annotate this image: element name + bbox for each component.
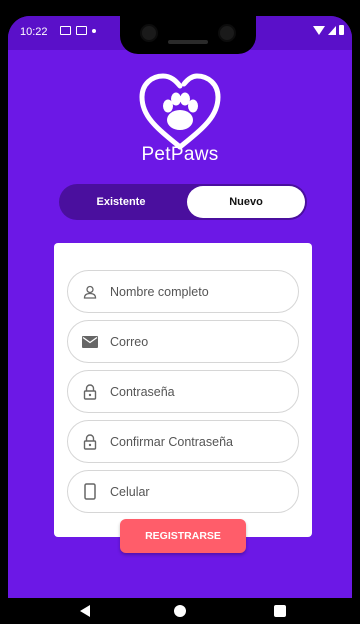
email-input[interactable] xyxy=(110,334,290,349)
register-button[interactable]: REGISTRARSE xyxy=(120,519,246,553)
status-notification-icons xyxy=(60,26,96,35)
camera-icon xyxy=(140,24,158,42)
mail-icon xyxy=(82,334,98,350)
device-frame: 10:22 PetPaws Existente Nuevo Nombre com… xyxy=(0,0,360,624)
email-field[interactable] xyxy=(67,320,299,363)
person-icon xyxy=(82,284,98,300)
password-field[interactable] xyxy=(67,370,299,413)
calendar-icon xyxy=(76,26,87,35)
confirm-password-input[interactable] xyxy=(110,434,290,449)
tab-nuevo[interactable]: Nuevo xyxy=(187,186,305,218)
camera-icon xyxy=(218,24,236,42)
status-system-icons xyxy=(313,25,344,35)
battery-icon xyxy=(339,25,344,35)
dot-icon xyxy=(92,28,96,33)
signal-icon xyxy=(328,25,336,35)
system-nav-bar xyxy=(0,598,360,624)
phone-icon xyxy=(82,483,98,500)
full-name-field[interactable] xyxy=(67,270,299,313)
speaker-grille xyxy=(168,40,208,44)
wifi-icon xyxy=(313,25,325,35)
app-screen: 10:22 PetPaws Existente Nuevo Nombre com… xyxy=(8,16,352,598)
home-icon[interactable] xyxy=(174,605,186,617)
back-icon[interactable] xyxy=(80,605,90,617)
lock-icon xyxy=(82,383,98,400)
register-form-card xyxy=(54,243,312,537)
password-input[interactable] xyxy=(110,384,290,399)
heart-paw-icon xyxy=(139,73,221,150)
lock-icon xyxy=(82,433,98,450)
camera-notch xyxy=(120,16,256,54)
full-name-input[interactable] xyxy=(110,284,290,299)
phone-field[interactable] xyxy=(67,470,299,513)
app-brand-name: PetPaws xyxy=(141,144,219,165)
sim-icon xyxy=(60,26,71,35)
phone-input[interactable] xyxy=(110,484,290,499)
recents-icon[interactable] xyxy=(274,605,286,617)
tab-existente[interactable]: Existente xyxy=(59,184,183,220)
account-type-toggle: Existente Nuevo xyxy=(59,184,307,220)
confirm-password-field[interactable] xyxy=(67,420,299,463)
status-time: 10:22 xyxy=(20,26,48,38)
